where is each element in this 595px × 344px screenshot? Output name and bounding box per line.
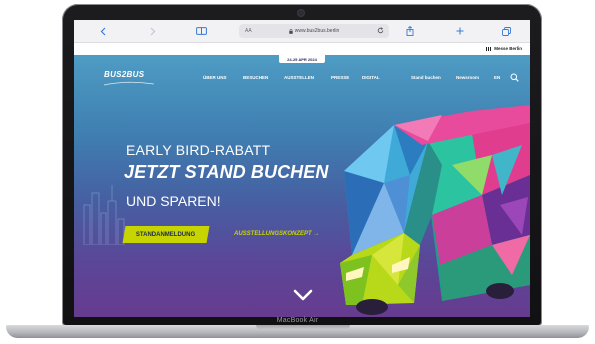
nav-item-visit[interactable]: BESUCHEN — [243, 75, 268, 80]
hero-headline: JETZT STAND BUCHEN — [124, 162, 329, 182]
date-badge: 24-25 APR 2024 — [279, 55, 325, 63]
messe-berlin-text: Messe Berlin — [494, 46, 522, 51]
nav-item-digital[interactable]: DIGITAL — [362, 75, 380, 80]
chevron-left-icon[interactable] — [100, 24, 106, 38]
laptop-base — [6, 325, 589, 338]
stand-registration-button[interactable]: STANDANMELDUNG — [122, 226, 210, 243]
nav-item-exhibit[interactable]: AUSSTELLEN — [284, 75, 314, 80]
stand-registration-label: STANDANMELDUNG — [136, 231, 196, 238]
brand-logo[interactable]: BUS2BUS — [104, 70, 144, 79]
nav-item-book-stand[interactable]: Stand buchen — [411, 75, 441, 80]
tabs-icon[interactable] — [502, 24, 511, 38]
messe-berlin-logo[interactable]: Messe Berlin — [486, 46, 522, 51]
laptop-mockup: AA www.bus2bus.berlin Messe Berlin 24-25… — [0, 0, 595, 344]
nav-item-about[interactable]: ÜBER UNS — [203, 75, 227, 80]
laptop-lid: AA www.bus2bus.berlin Messe Berlin 24-25… — [62, 4, 542, 326]
nav-item-press[interactable]: PRESSE — [331, 75, 349, 80]
share-icon[interactable] — [406, 24, 414, 38]
laptop-screen: AA www.bus2bus.berlin Messe Berlin 24-25… — [74, 20, 530, 317]
low-poly-bus-illustration — [340, 105, 530, 315]
model-label: MacBook Air — [276, 317, 319, 324]
chevron-down-icon[interactable] — [293, 289, 313, 301]
language-switch[interactable]: EN — [494, 75, 500, 80]
hero-line-early-bird: EARLY BIRD-RABATT — [126, 142, 271, 158]
reload-icon[interactable] — [377, 27, 384, 36]
hinge-notch — [256, 325, 350, 330]
hero-line-save: UND SPAREN! — [126, 193, 221, 209]
plus-icon[interactable] — [456, 24, 464, 38]
brand-swoosh-icon — [104, 81, 154, 86]
main-nav: BUS2BUS ÜBER UNS BESUCHEN AUSSTELLEN PRE… — [74, 65, 530, 87]
reader-aa-toggle[interactable]: AA — [245, 28, 252, 34]
camera-dot — [298, 10, 304, 16]
book-icon[interactable] — [196, 24, 207, 38]
address-bar[interactable]: AA www.bus2bus.berlin — [239, 24, 389, 38]
search-icon[interactable] — [510, 73, 519, 82]
nav-item-newsroom[interactable]: Newsroom — [456, 75, 479, 80]
browser-toolbar: AA www.bus2bus.berlin — [74, 20, 530, 43]
url-text: www.bus2bus.berlin — [294, 28, 340, 34]
hero-section: 24-25 APR 2024 BUS2BUS ÜBER UNS BESUCHEN… — [74, 55, 530, 317]
site-top-strip: Messe Berlin — [74, 43, 530, 55]
exhibition-concept-link[interactable]: AUSSTELLUNGSKONZEPT → — [234, 231, 319, 237]
messe-berlin-mark-icon — [486, 46, 493, 51]
lock-icon — [289, 28, 293, 34]
chevron-right-icon[interactable] — [150, 24, 156, 38]
